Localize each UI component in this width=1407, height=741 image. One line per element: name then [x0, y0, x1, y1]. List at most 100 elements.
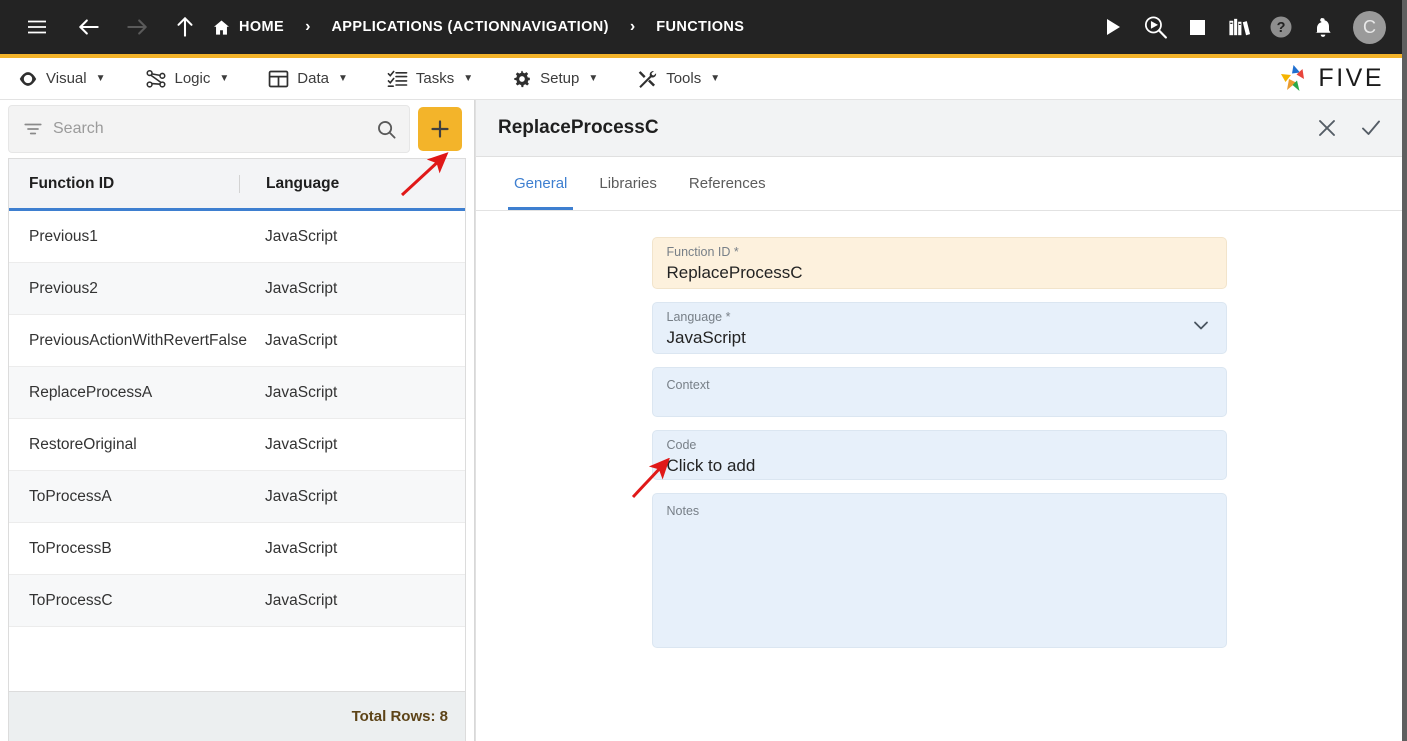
detail-tabs: General Libraries References: [476, 157, 1402, 211]
column-header-language[interactable]: Language: [239, 174, 465, 193]
breadcrumb-label-functions: FUNCTIONS: [656, 19, 745, 35]
context-field[interactable]: Context: [651, 367, 1227, 419]
column-header-function-id[interactable]: Function ID: [9, 175, 239, 193]
cell-language: JavaScript: [265, 227, 338, 245]
detail-header-actions: [1314, 115, 1384, 141]
menu-item-setup[interactable]: Setup ▼: [512, 69, 598, 89]
five-wordmark: FIVE: [1318, 64, 1384, 92]
breadcrumb-separator: ›: [305, 18, 311, 35]
tab-general[interactable]: General: [498, 157, 583, 210]
add-function-button[interactable]: [418, 107, 462, 151]
menu-item-visual[interactable]: Visual ▼: [18, 69, 106, 89]
chevron-down-icon: ▼: [588, 73, 599, 84]
menu-item-tools[interactable]: Tools ▼: [637, 69, 720, 89]
filter-icon[interactable]: [23, 119, 43, 139]
language-value: JavaScript: [666, 328, 746, 347]
chevron-down-icon: ▼: [710, 73, 721, 84]
menu-label-logic: Logic: [174, 70, 211, 87]
table-body: Previous1 JavaScript Previous2 JavaScrip…: [9, 211, 465, 691]
avatar[interactable]: C: [1353, 10, 1386, 44]
table-row[interactable]: ReplaceProcessA JavaScript: [9, 367, 465, 419]
library-icon[interactable]: [1219, 7, 1259, 47]
application-window: HOME › APPLICATIONS (ACTIONNAVIGATION) ›…: [0, 0, 1407, 741]
tools-icon: [637, 69, 658, 89]
home-icon: [212, 18, 231, 37]
notes-value: [667, 519, 1210, 545]
table-row[interactable]: Previous1 JavaScript: [9, 211, 465, 263]
cell-language: JavaScript: [265, 383, 338, 401]
search-row: [0, 100, 474, 158]
close-icon[interactable]: [1314, 115, 1340, 141]
arrow-left-icon[interactable]: [70, 8, 108, 46]
breadcrumb-item-applications[interactable]: APPLICATIONS (ACTIONNAVIGATION): [331, 19, 608, 35]
plus-icon: [429, 118, 451, 140]
language-field[interactable]: Language * JavaScript: [651, 302, 1227, 354]
table-icon: [268, 69, 289, 89]
menu-label-visual: Visual: [46, 70, 87, 87]
checklist-icon: [387, 69, 408, 89]
cell-language: JavaScript: [265, 539, 338, 557]
cell-function-id: RestoreOriginal: [29, 435, 137, 453]
check-icon[interactable]: [1358, 115, 1384, 141]
gear-icon: [512, 69, 532, 89]
top-nav-left-controls: HOME › APPLICATIONS (ACTIONNAVIGATION) ›…: [18, 8, 744, 46]
chevron-down-icon[interactable]: [1190, 315, 1212, 342]
menu-label-setup: Setup: [540, 70, 580, 87]
menu-label-data: Data: [297, 70, 329, 87]
chevron-down-icon: ▼: [219, 73, 230, 84]
chevron-down-icon: ▼: [337, 73, 348, 84]
function-id-value: ReplaceProcessC: [666, 263, 803, 282]
functions-list-pane: Function ID Language Previous1 JavaScrip…: [0, 100, 475, 741]
breadcrumb-item-home[interactable]: HOME: [212, 18, 284, 37]
cell-language: JavaScript: [265, 487, 338, 505]
table-row[interactable]: ToProcessB JavaScript: [9, 523, 465, 575]
menu-item-tasks[interactable]: Tasks ▼: [387, 69, 473, 89]
arrow-up-icon[interactable]: [166, 8, 204, 46]
cell-function-id: ToProcessB: [29, 539, 112, 557]
tab-references[interactable]: References: [673, 157, 782, 210]
menu-item-logic[interactable]: Logic ▼: [145, 69, 230, 89]
search-input[interactable]: [53, 120, 366, 138]
breadcrumb-separator-2: ›: [629, 18, 636, 35]
top-navigation-bar: HOME › APPLICATIONS (ACTIONNAVIGATION) ›…: [0, 0, 1402, 54]
notifications-icon[interactable]: [1303, 7, 1343, 47]
run-icon[interactable]: [1093, 7, 1133, 47]
cell-function-id: Previous2: [29, 279, 98, 297]
five-pinwheel-icon: [1277, 63, 1311, 95]
tab-libraries[interactable]: Libraries: [583, 157, 673, 210]
cell-function-id: PreviousActionWithRevertFalse: [29, 331, 247, 349]
function-id-field[interactable]: Function ID * ReplaceProcessC: [651, 237, 1227, 289]
table-row[interactable]: Previous2 JavaScript: [9, 263, 465, 315]
cell-function-id: ToProcessC: [29, 591, 113, 609]
page-title: ReplaceProcessC: [498, 117, 659, 138]
cell-function-id: ReplaceProcessA: [29, 383, 153, 401]
hamburger-icon[interactable]: [18, 8, 56, 46]
cell-function-id: Previous1: [29, 227, 98, 245]
debug-icon[interactable]: [1135, 7, 1175, 47]
table-row[interactable]: ToProcessC JavaScript: [9, 575, 465, 627]
main-body: Function ID Language Previous1 JavaScrip…: [0, 100, 1402, 741]
table-row[interactable]: RestoreOriginal JavaScript: [9, 419, 465, 471]
chevron-down-icon: ▼: [95, 73, 106, 84]
notes-label: Notes: [666, 504, 700, 518]
table-row[interactable]: PreviousActionWithRevertFalse JavaScript: [9, 315, 465, 367]
menu-label-tools: Tools: [666, 70, 702, 87]
context-value: [667, 393, 1210, 419]
code-field[interactable]: Code Click to add: [651, 430, 1227, 480]
cell-language: JavaScript: [265, 279, 338, 297]
table-header-row: Function ID Language: [9, 159, 465, 211]
search-box[interactable]: [8, 105, 410, 153]
breadcrumb-label-applications: APPLICATIONS (ACTIONNAVIGATION): [331, 19, 609, 35]
breadcrumb-label-home: HOME: [239, 19, 285, 35]
notes-field[interactable]: Notes: [651, 493, 1227, 648]
table-row[interactable]: ToProcessA JavaScript: [9, 471, 465, 523]
chevron-down-icon: ▼: [463, 73, 474, 84]
menu-item-data[interactable]: Data ▼: [268, 69, 348, 89]
cell-language: JavaScript: [265, 591, 338, 609]
breadcrumb-item-functions[interactable]: FUNCTIONS: [656, 19, 744, 35]
language-label: Language *: [666, 310, 731, 324]
help-icon[interactable]: ?: [1261, 7, 1301, 47]
search-icon[interactable]: [376, 119, 397, 140]
top-nav-right-controls: ? C: [1093, 7, 1388, 47]
stop-icon[interactable]: [1177, 7, 1217, 47]
